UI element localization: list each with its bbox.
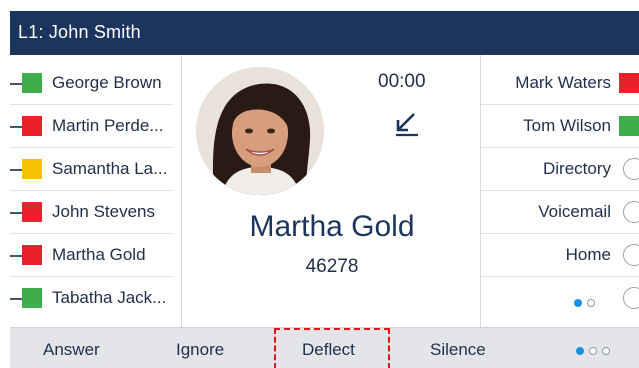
line-key-left-5[interactable]: Martha Gold: [10, 234, 173, 277]
key-stub: [10, 83, 22, 85]
page-dot-active: [576, 346, 584, 355]
phone-screen: L1: John Smith George Brown Martin Perde…: [0, 0, 639, 368]
key-label: Tom Wilson: [523, 116, 611, 135]
key-stub: [10, 212, 22, 214]
key-label: Martha Gold: [52, 245, 146, 264]
softkey-page-indicator[interactable]: [571, 342, 610, 360]
line-key-left-1[interactable]: George Brown: [10, 62, 173, 105]
page-dot-active: [574, 298, 582, 307]
caller-number: 46278: [305, 256, 359, 277]
incoming-call-arrow-icon: [396, 113, 418, 137]
line-title: L1: John Smith: [18, 22, 141, 42]
presence-status-icon: [22, 116, 42, 136]
key-stub: [10, 298, 22, 300]
line-key-right-3[interactable]: Directory: [481, 148, 639, 191]
line-key-right-6[interactable]: [481, 277, 639, 320]
key-label: Samantha La...: [52, 159, 168, 178]
title-bar: L1: John Smith: [10, 11, 639, 55]
key-label: Martin Perde...: [52, 116, 164, 135]
key-label: Voicemail: [538, 202, 611, 221]
call-panel: 00:00 Martha Gold 46278: [181, 55, 481, 327]
key-label: Tabatha Jack...: [52, 288, 167, 307]
call-timer: 00:00: [378, 71, 426, 92]
caller-photo-icon: [196, 67, 324, 195]
answer-softkey[interactable]: Answer: [43, 340, 100, 360]
key-label: Directory: [542, 159, 611, 178]
line-key-left-6[interactable]: Tabatha Jack...: [10, 277, 173, 320]
key-circle-icon: [623, 158, 639, 180]
presence-status-icon: [22, 159, 42, 179]
key-page-indicator[interactable]: [569, 294, 595, 312]
presence-status-icon: [22, 73, 42, 93]
line-key-right-4[interactable]: Voicemail: [481, 191, 639, 234]
key-label: Home: [565, 245, 611, 264]
page-dot: [587, 298, 595, 307]
deflect-softkey[interactable]: Deflect: [302, 340, 355, 360]
presence-status-icon: [22, 288, 42, 308]
presence-status-icon: [619, 73, 639, 93]
key-label: John Stevens: [52, 202, 156, 221]
line-key-left-4[interactable]: John Stevens: [10, 191, 173, 234]
line-key-right-5[interactable]: Home: [481, 234, 639, 277]
ignore-softkey[interactable]: Ignore: [176, 340, 224, 360]
page-dot: [589, 346, 597, 355]
line-key-right-1[interactable]: Mark Waters: [481, 62, 639, 105]
key-stub: [10, 169, 22, 171]
presence-status-icon: [22, 202, 42, 222]
line-key-left-3[interactable]: Samantha La...: [10, 148, 173, 191]
presence-status-icon: [619, 116, 639, 136]
key-label: George Brown: [52, 73, 162, 92]
key-stub: [10, 126, 22, 128]
silence-softkey[interactable]: Silence: [430, 340, 486, 360]
key-label: Mark Waters: [515, 73, 611, 92]
line-key-right-2[interactable]: Tom Wilson: [481, 105, 639, 148]
presence-status-icon: [22, 245, 42, 265]
line-key-left-2[interactable]: Martin Perde...: [10, 105, 173, 148]
page-dot: [602, 346, 610, 355]
softkey-bar: Answer Ignore Deflect Silence: [10, 327, 639, 368]
caller-name: Martha Gold: [249, 210, 415, 243]
left-key-column: George Brown Martin Perde... Samantha La…: [10, 62, 173, 320]
caller-avatar: [196, 67, 324, 195]
key-stub: [10, 255, 22, 257]
key-circle-icon: [623, 201, 639, 223]
right-key-column: Mark Waters Tom Wilson Directory Voicema…: [481, 62, 639, 320]
key-circle-icon: [623, 287, 639, 309]
key-circle-icon: [623, 244, 639, 266]
